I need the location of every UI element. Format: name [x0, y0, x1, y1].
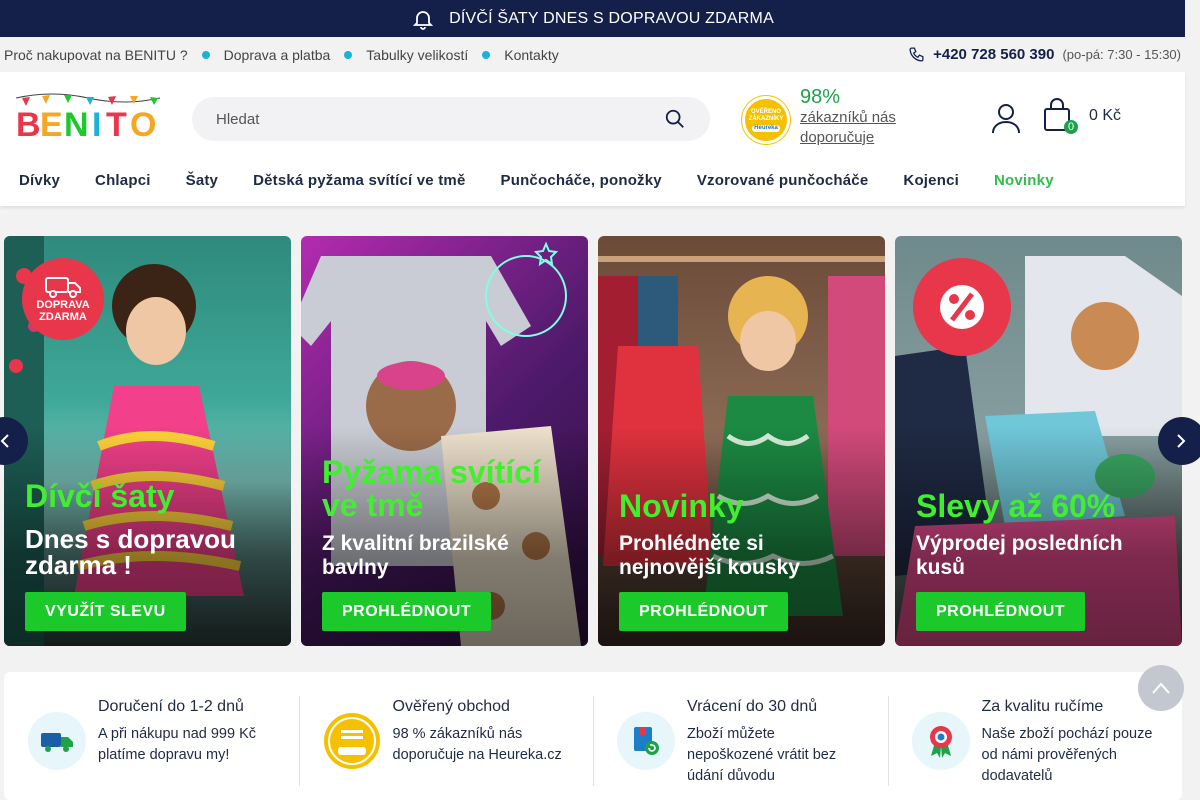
banner-subtitle: Z kvalitní brazilské bavlny	[322, 532, 509, 579]
use-discount-button[interactable]: VYUŽÍT SLEVU	[25, 592, 186, 631]
svg-text:N: N	[64, 106, 89, 142]
svg-text:B: B	[16, 106, 41, 142]
benefit-text: Naše zboží pochází pouze od námi prověře…	[981, 726, 1153, 784]
phone-contact[interactable]: +420 728 560 390 (po-pá: 7:30 - 15:30)	[908, 46, 1181, 63]
banner-title: Dívčí šaty	[25, 478, 175, 514]
banner-title: Pyžama svítící ve tmě	[322, 454, 541, 523]
chevron-right-icon	[1177, 434, 1186, 448]
cart-button[interactable]: 0 0 Kč	[1043, 98, 1121, 134]
promo-banners: DOPRAVA ZDARMA Dívčí šaty Dnes s dopravo…	[4, 236, 1182, 646]
separator-dot	[201, 50, 210, 59]
link-shipping[interactable]: Doprava a platba	[224, 47, 331, 63]
bell-icon	[412, 10, 434, 30]
info-bar: Proč nakupovat na BENITU ? Doprava a pla…	[0, 37, 1185, 72]
delivery-van-icon	[45, 277, 81, 298]
site-header: B E N I T O OVĚŘENO ZÁKAZNÍKY Heureka 98…	[0, 72, 1185, 206]
benefit-title: Za kvalitu ručíme	[981, 698, 1104, 715]
percent-icon	[940, 285, 984, 329]
benefit-title: Vrácení do 30 dnů	[687, 698, 818, 715]
promo-topbar[interactable]: DÍVČÍ ŠATY DNES S DOPRAVOU ZDARMA	[0, 0, 1185, 37]
badge-brand-text: Heureka	[752, 124, 780, 132]
banner-subtitle: Výprodej posledních kusů	[916, 532, 1123, 579]
benefits-strip: Doručení do 1-2 dnů A při nákupu nad 999…	[4, 672, 1182, 800]
nav-item-pyzama[interactable]: Dětská pyžama svítící ve tmě	[234, 172, 481, 189]
separator-dot	[344, 50, 353, 59]
link-why-benito[interactable]: Proč nakupovat na BENITU ?	[4, 47, 188, 63]
heureka-recommend-link[interactable]: zákazníků nás doporučuje	[800, 108, 910, 148]
roundel-text: DOPRAVA ZDARMA	[36, 299, 90, 323]
heureka-percent: 98%	[800, 86, 841, 108]
nav-item-kojenci[interactable]: Kojenci	[884, 172, 975, 189]
heureka-badge-icon	[322, 712, 381, 770]
browse-button[interactable]: PROHLÉDNOUT	[619, 592, 789, 631]
benefit-title: Doručení do 1-2 dnů	[98, 698, 244, 715]
chevron-left-icon	[0, 434, 9, 448]
search-box	[192, 97, 710, 141]
svg-text:I: I	[92, 106, 101, 142]
banner-new-arrivals[interactable]: Novinky Prohlédněte si nejnovější kousky…	[598, 236, 885, 646]
user-account-icon[interactable]	[990, 102, 1022, 134]
cart-bag: 0	[1043, 98, 1078, 134]
benefit-verified-shop: Ověřený obchod 98 % zákazníků nás doporu…	[298, 672, 594, 800]
benefit-text: 98 % zákazníků nás doporučuje na Heureka…	[392, 726, 562, 763]
chevron-up-icon	[1152, 682, 1170, 694]
scroll-to-top-button[interactable]	[1138, 665, 1184, 711]
heureka-rating[interactable]: OVĚŘENO ZÁKAZNÍKY Heureka 98% zákazníků …	[742, 86, 910, 148]
benito-logo[interactable]: B E N I T O	[12, 92, 164, 142]
svg-text:O: O	[130, 106, 156, 142]
return-box-icon	[617, 712, 675, 770]
link-contacts[interactable]: Kontakty	[504, 47, 558, 63]
opening-hours: (po-pá: 7:30 - 15:30)	[1062, 47, 1181, 62]
banner-glow-pajamas[interactable]: Pyžama svítící ve tmě Z kvalitní brazils…	[301, 236, 588, 646]
nav-item-divky[interactable]: Dívky	[0, 172, 76, 189]
carousel-next-button[interactable]	[1158, 417, 1200, 465]
banner-title: Slevy až 60%	[916, 488, 1116, 524]
search-icon[interactable]	[664, 108, 686, 130]
link-size-tables[interactable]: Tabulky velikostí	[366, 47, 468, 63]
benefit-title: Ověřený obchod	[392, 698, 510, 715]
free-shipping-roundel: DOPRAVA ZDARMA	[22, 258, 104, 340]
benefit-text: Zboží můžete nepoškozené vrátit bez údán…	[687, 726, 837, 784]
browse-button[interactable]: PROHLÉDNOUT	[322, 592, 492, 631]
phone-icon	[909, 47, 924, 62]
benefit-returns: Vrácení do 30 dnů Zboží můžete nepoškoze…	[593, 672, 888, 800]
truck-icon	[28, 712, 86, 770]
banner-subtitle: Dnes s dopravou zdarma !	[25, 524, 236, 580]
nav-item-novinky[interactable]: Novinky	[975, 172, 1070, 189]
main-nav: Dívky Chlapci Šaty Dětská pyžama svítící…	[0, 172, 1070, 189]
svg-text:T: T	[106, 106, 127, 142]
nav-item-saty[interactable]: Šaty	[167, 172, 235, 189]
cart-total: 0 Kč	[1089, 107, 1122, 124]
phone-number[interactable]: +420 728 560 390	[933, 46, 1054, 63]
heureka-badge-icon: OVĚŘENO ZÁKAZNÍKY Heureka	[742, 96, 790, 144]
sale-roundel	[913, 258, 1011, 356]
cart-count-badge: 0	[1064, 120, 1078, 134]
info-links: Proč nakupovat na BENITU ? Doprava a pla…	[4, 47, 559, 63]
search-input[interactable]	[216, 110, 664, 128]
svg-text:E: E	[40, 106, 63, 142]
banner-dresses[interactable]: DOPRAVA ZDARMA Dívčí šaty Dnes s dopravo…	[4, 236, 291, 646]
browse-button[interactable]: PROHLÉDNOUT	[916, 592, 1086, 631]
nav-item-vzorovane[interactable]: Vzorované punčocháče	[678, 172, 885, 189]
separator-dot	[482, 50, 491, 59]
award-ribbon-icon	[911, 712, 970, 770]
badge-verified-text: OVĚŘENO ZÁKAZNÍKY	[748, 108, 784, 122]
banner-subtitle: Prohlédněte si nejnovější kousky	[619, 532, 800, 579]
nav-item-puncochace[interactable]: Punčocháče, ponožky	[482, 172, 678, 189]
banner-sale[interactable]: Slevy až 60% Výprodej posledních kusů PR…	[895, 236, 1182, 646]
benefit-delivery: Doručení do 1-2 dnů A při nákupu nad 999…	[4, 672, 299, 800]
benefit-text: A při nákupu nad 999 Kč platíme dopravu …	[98, 726, 257, 763]
promo-text: DÍVČÍ ŠATY DNES S DOPRAVOU ZDARMA	[449, 9, 774, 27]
banner-title: Novinky	[619, 488, 744, 524]
nav-item-chlapci[interactable]: Chlapci	[76, 172, 167, 189]
